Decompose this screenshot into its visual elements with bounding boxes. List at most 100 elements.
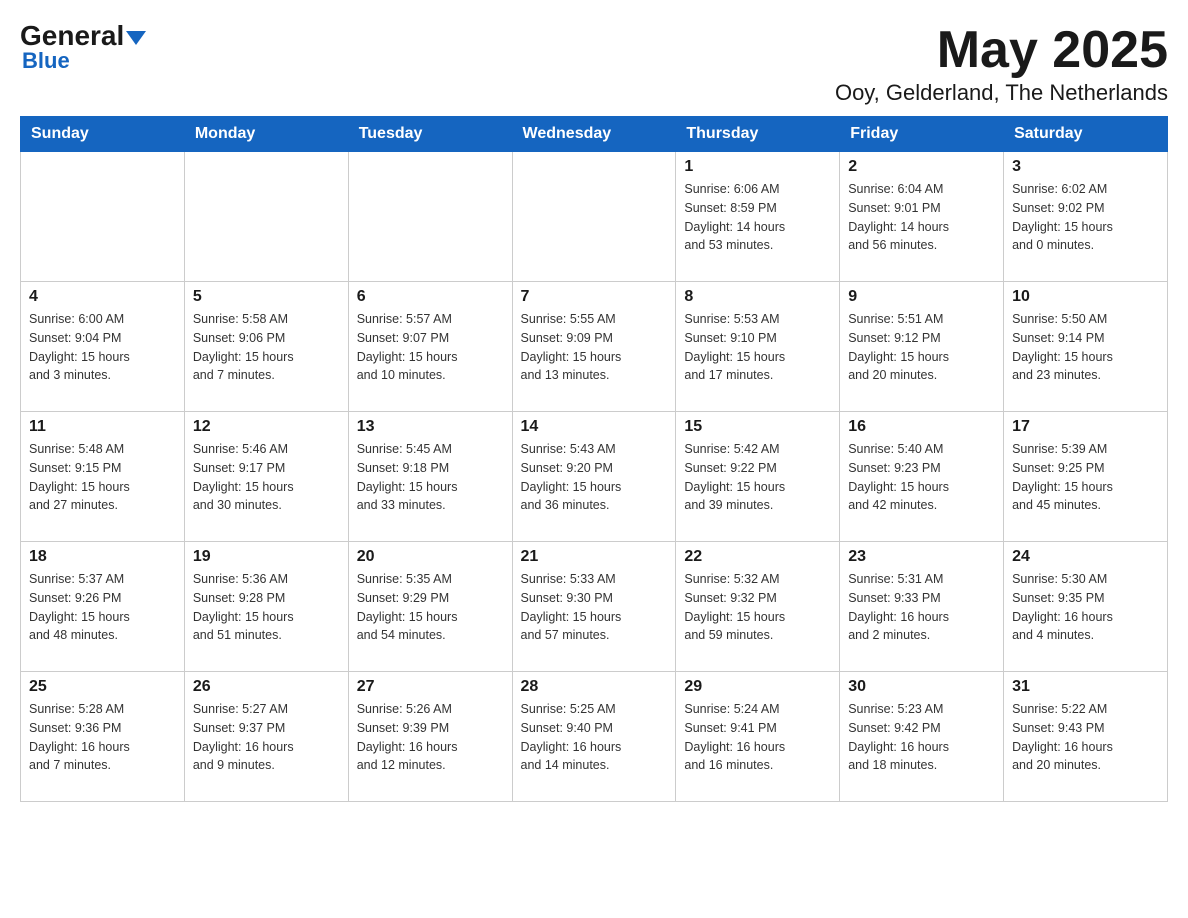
calendar-cell [184, 152, 348, 282]
weekday-header-thursday: Thursday [676, 117, 840, 152]
day-number: 27 [357, 678, 504, 696]
day-info: Sunrise: 5:33 AM Sunset: 9:30 PM Dayligh… [521, 570, 668, 645]
day-info: Sunrise: 5:27 AM Sunset: 9:37 PM Dayligh… [193, 700, 340, 775]
day-number: 12 [193, 418, 340, 436]
day-info: Sunrise: 6:04 AM Sunset: 9:01 PM Dayligh… [848, 180, 995, 255]
calendar-cell: 16 Sunrise: 5:40 AM Sunset: 9:23 PM Dayli… [840, 412, 1004, 542]
calendar-cell: 1 Sunrise: 6:06 AM Sunset: 8:59 PM Daylig… [676, 152, 840, 282]
calendar-cell: 4 Sunrise: 6:00 AM Sunset: 9:04 PM Daylig… [21, 282, 185, 412]
day-info: Sunrise: 5:53 AM Sunset: 9:10 PM Dayligh… [684, 310, 831, 385]
day-number: 9 [848, 288, 995, 306]
day-info: Sunrise: 5:40 AM Sunset: 9:23 PM Dayligh… [848, 440, 995, 515]
day-number: 16 [848, 418, 995, 436]
calendar-table: SundayMondayTuesdayWednesdayThursdayFrid… [20, 116, 1168, 802]
day-number: 5 [193, 288, 340, 306]
day-info: Sunrise: 5:50 AM Sunset: 9:14 PM Dayligh… [1012, 310, 1159, 385]
calendar-cell: 20 Sunrise: 5:35 AM Sunset: 9:29 PM Dayli… [348, 542, 512, 672]
day-info: Sunrise: 5:43 AM Sunset: 9:20 PM Dayligh… [521, 440, 668, 515]
day-info: Sunrise: 6:02 AM Sunset: 9:02 PM Dayligh… [1012, 180, 1159, 255]
day-info: Sunrise: 5:45 AM Sunset: 9:18 PM Dayligh… [357, 440, 504, 515]
day-info: Sunrise: 5:37 AM Sunset: 9:26 PM Dayligh… [29, 570, 176, 645]
day-info: Sunrise: 5:58 AM Sunset: 9:06 PM Dayligh… [193, 310, 340, 385]
day-number: 10 [1012, 288, 1159, 306]
day-number: 26 [193, 678, 340, 696]
calendar-cell: 27 Sunrise: 5:26 AM Sunset: 9:39 PM Dayli… [348, 672, 512, 802]
day-info: Sunrise: 5:25 AM Sunset: 9:40 PM Dayligh… [521, 700, 668, 775]
day-info: Sunrise: 5:57 AM Sunset: 9:07 PM Dayligh… [357, 310, 504, 385]
day-number: 14 [521, 418, 668, 436]
day-number: 20 [357, 548, 504, 566]
day-number: 25 [29, 678, 176, 696]
calendar-cell: 9Sunrise: 5:51 AM Sunset: 9:12 PM Daylig… [840, 282, 1004, 412]
day-info: Sunrise: 5:36 AM Sunset: 9:28 PM Dayligh… [193, 570, 340, 645]
day-number: 8 [684, 288, 831, 306]
day-number: 24 [1012, 548, 1159, 566]
day-number: 18 [29, 548, 176, 566]
day-number: 28 [521, 678, 668, 696]
day-info: Sunrise: 5:32 AM Sunset: 9:32 PM Dayligh… [684, 570, 831, 645]
calendar-cell: 10 Sunrise: 5:50 AM Sunset: 9:14 PM Dayli… [1004, 282, 1168, 412]
weekday-header-wednesday: Wednesday [512, 117, 676, 152]
calendar-cell: 12 Sunrise: 5:46 AM Sunset: 9:17 PM Dayli… [184, 412, 348, 542]
day-info: Sunrise: 5:30 AM Sunset: 9:35 PM Dayligh… [1012, 570, 1159, 645]
weekday-header-monday: Monday [184, 117, 348, 152]
day-info: Sunrise: 6:00 AM Sunset: 9:04 PM Dayligh… [29, 310, 176, 385]
calendar-cell: 17Sunrise: 5:39 AM Sunset: 9:25 PM Dayli… [1004, 412, 1168, 542]
logo: General Blue [20, 20, 146, 74]
weekday-header-sunday: Sunday [21, 117, 185, 152]
calendar-cell: 31Sunrise: 5:22 AM Sunset: 9:43 PM Dayli… [1004, 672, 1168, 802]
calendar-cell: 29 Sunrise: 5:24 AM Sunset: 9:41 PM Dayli… [676, 672, 840, 802]
day-number: 2 [848, 158, 995, 176]
day-info: Sunrise: 5:26 AM Sunset: 9:39 PM Dayligh… [357, 700, 504, 775]
month-title: May 2025 [835, 20, 1168, 80]
day-info: Sunrise: 5:46 AM Sunset: 9:17 PM Dayligh… [193, 440, 340, 515]
day-info: Sunrise: 5:24 AM Sunset: 9:41 PM Dayligh… [684, 700, 831, 775]
day-number: 3 [1012, 158, 1159, 176]
calendar-cell: 23 Sunrise: 5:31 AM Sunset: 9:33 PM Dayli… [840, 542, 1004, 672]
day-info: Sunrise: 5:42 AM Sunset: 9:22 PM Dayligh… [684, 440, 831, 515]
day-number: 30 [848, 678, 995, 696]
day-number: 4 [29, 288, 176, 306]
weekday-header-tuesday: Tuesday [348, 117, 512, 152]
calendar-cell: 6 Sunrise: 5:57 AM Sunset: 9:07 PM Daylig… [348, 282, 512, 412]
day-info: Sunrise: 5:31 AM Sunset: 9:33 PM Dayligh… [848, 570, 995, 645]
day-number: 19 [193, 548, 340, 566]
day-number: 22 [684, 548, 831, 566]
day-number: 6 [357, 288, 504, 306]
calendar-cell: 25Sunrise: 5:28 AM Sunset: 9:36 PM Dayli… [21, 672, 185, 802]
day-number: 21 [521, 548, 668, 566]
day-number: 23 [848, 548, 995, 566]
calendar-cell: 30 Sunrise: 5:23 AM Sunset: 9:42 PM Dayli… [840, 672, 1004, 802]
day-number: 11 [29, 418, 176, 436]
calendar-cell: 18 Sunrise: 5:37 AM Sunset: 9:26 PM Dayli… [21, 542, 185, 672]
calendar-cell: 15Sunrise: 5:42 AM Sunset: 9:22 PM Dayli… [676, 412, 840, 542]
calendar-cell: 3 Sunrise: 6:02 AM Sunset: 9:02 PM Daylig… [1004, 152, 1168, 282]
day-number: 7 [521, 288, 668, 306]
page-header: General Blue May 2025 Ooy, Gelderland, T… [20, 20, 1168, 106]
calendar-cell: 26 Sunrise: 5:27 AM Sunset: 9:37 PM Dayli… [184, 672, 348, 802]
calendar-cell [21, 152, 185, 282]
day-info: Sunrise: 5:23 AM Sunset: 9:42 PM Dayligh… [848, 700, 995, 775]
calendar-cell: 13 Sunrise: 5:45 AM Sunset: 9:18 PM Dayli… [348, 412, 512, 542]
weekday-header-saturday: Saturday [1004, 117, 1168, 152]
day-number: 31 [1012, 678, 1159, 696]
day-number: 1 [684, 158, 831, 176]
calendar-cell: 2 Sunrise: 6:04 AM Sunset: 9:01 PM Daylig… [840, 152, 1004, 282]
calendar-cell: 24 Sunrise: 5:30 AM Sunset: 9:35 PM Dayli… [1004, 542, 1168, 672]
calendar-cell: 7 Sunrise: 5:55 AM Sunset: 9:09 PM Daylig… [512, 282, 676, 412]
day-number: 13 [357, 418, 504, 436]
day-info: Sunrise: 5:55 AM Sunset: 9:09 PM Dayligh… [521, 310, 668, 385]
day-number: 17 [1012, 418, 1159, 436]
calendar-cell: 19 Sunrise: 5:36 AM Sunset: 9:28 PM Dayli… [184, 542, 348, 672]
location-subtitle: Ooy, Gelderland, The Netherlands [835, 80, 1168, 106]
calendar-cell: 8 Sunrise: 5:53 AM Sunset: 9:10 PM Daylig… [676, 282, 840, 412]
day-info: Sunrise: 6:06 AM Sunset: 8:59 PM Dayligh… [684, 180, 831, 255]
title-section: May 2025 Ooy, Gelderland, The Netherland… [835, 20, 1168, 106]
calendar-cell [348, 152, 512, 282]
day-number: 29 [684, 678, 831, 696]
day-info: Sunrise: 5:35 AM Sunset: 9:29 PM Dayligh… [357, 570, 504, 645]
logo-triangle-icon [126, 31, 146, 45]
day-info: Sunrise: 5:48 AM Sunset: 9:15 PM Dayligh… [29, 440, 176, 515]
calendar-cell: 28 Sunrise: 5:25 AM Sunset: 9:40 PM Dayli… [512, 672, 676, 802]
calendar-cell: 22 Sunrise: 5:32 AM Sunset: 9:32 PM Dayli… [676, 542, 840, 672]
